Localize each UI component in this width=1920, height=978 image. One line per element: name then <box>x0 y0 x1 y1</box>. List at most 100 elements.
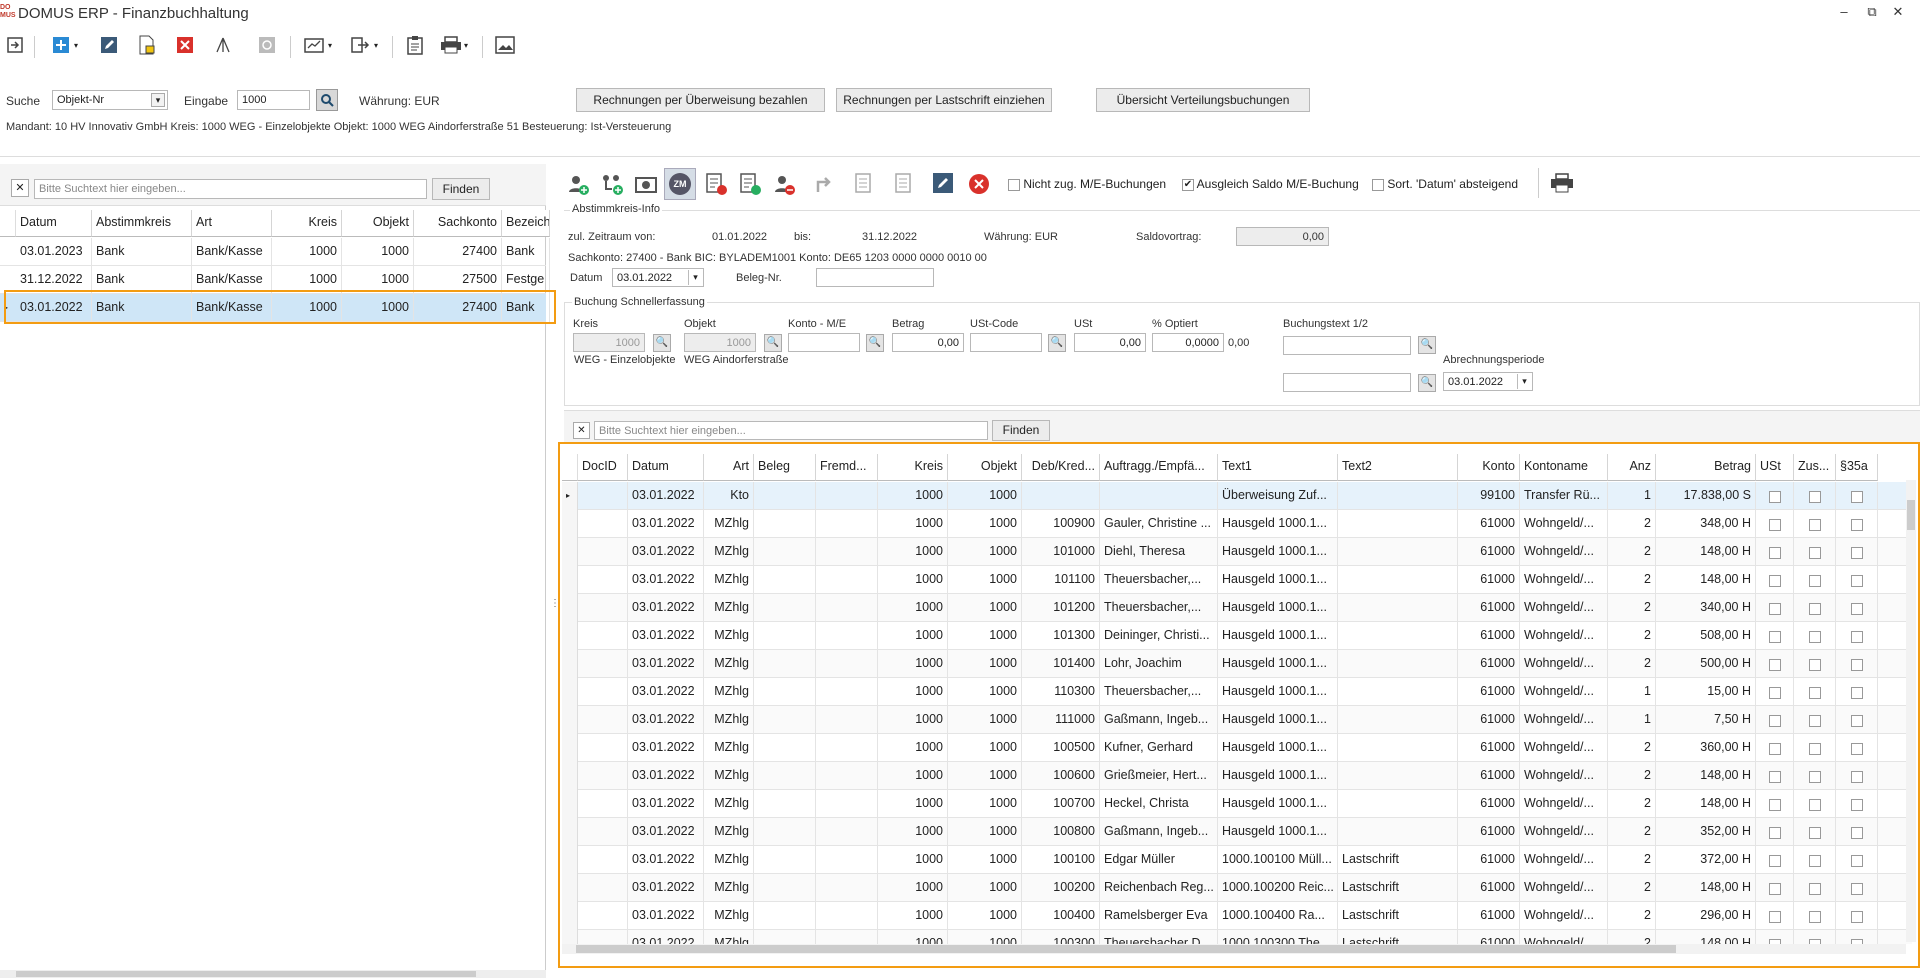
minimize-icon[interactable]: – <box>1834 4 1854 19</box>
person-remove-icon[interactable] <box>772 172 796 199</box>
tree-icon[interactable] <box>210 32 236 58</box>
left-scrollbar[interactable] <box>0 970 546 978</box>
close-window-icon[interactable]: ✕ <box>1888 4 1908 20</box>
kreis-search-icon[interactable]: 🔍 <box>653 334 671 352</box>
ueberweisung-button[interactable]: Rechnungen per Überweisung bezahlen <box>576 88 825 112</box>
bis-label: bis: <box>794 231 812 243</box>
suche-select[interactable]: Objekt-Nr ▾ <box>52 90 168 110</box>
context-info: Mandant: 10 HV Innovativ GmbH Kreis: 100… <box>6 121 672 133</box>
left-panel: ✕ Bitte Suchtext hier eingeben... Finden… <box>0 164 556 978</box>
left-search-input[interactable]: Bitte Suchtext hier eingeben... <box>34 179 427 199</box>
chart-dropdown-icon[interactable]: ▾ <box>324 32 336 58</box>
opt-label: % Optiert <box>1152 318 1198 330</box>
doc-list-icon[interactable] <box>852 172 876 199</box>
doc-list-2-icon[interactable] <box>892 172 916 199</box>
grid-find-button[interactable]: Finden <box>992 420 1050 441</box>
chevron-down-icon[interactable]: ▾ <box>1517 374 1531 389</box>
image-icon[interactable] <box>492 32 518 58</box>
beleg-input[interactable] <box>816 268 934 287</box>
edit-icon[interactable] <box>96 32 122 58</box>
konto-input[interactable] <box>788 333 860 352</box>
camera-icon[interactable] <box>634 172 658 199</box>
konto-search-icon[interactable]: 🔍 <box>866 334 884 352</box>
clear-search-icon[interactable]: ✕ <box>11 179 29 197</box>
opt-input[interactable]: 0,0000 <box>1152 333 1224 352</box>
chk-ausgleich[interactable]: ✔ Ausgleich Saldo M/E-Buchung <box>1182 177 1359 191</box>
datum-label: Datum <box>570 272 603 284</box>
datum-select[interactable]: 03.01.2022 ▾ <box>612 268 704 287</box>
konto-info: Sachkonto: 27400 - Bank BIC: BYLADEM1001… <box>568 252 987 264</box>
exit-icon[interactable] <box>2 32 28 58</box>
person-add-icon[interactable] <box>566 172 590 199</box>
buchungstext1-input[interactable] <box>1283 336 1411 355</box>
objekt-label: Objekt <box>684 318 716 330</box>
left-column-header[interactable]: Art <box>192 210 272 237</box>
saldo-label: Saldovortrag: <box>1136 231 1202 243</box>
verteilung-button[interactable]: Übersicht Verteilungsbuchungen <box>1096 88 1310 112</box>
chevron-down-icon[interactable]: ▾ <box>151 93 165 107</box>
text2-search-icon[interactable]: 🔍 <box>1418 374 1436 392</box>
waehrung-label: Währung: EUR <box>359 94 440 108</box>
chk-sort[interactable]: Sort. 'Datum' absteigend <box>1372 177 1518 191</box>
search-button[interactable] <box>316 89 338 111</box>
saldo-field: 0,00 <box>1236 227 1329 246</box>
periode-select[interactable]: 03.01.2022 ▾ <box>1443 372 1533 391</box>
eingabe-input[interactable]: 1000 <box>237 90 310 110</box>
left-table-cell: 03.01.2023 <box>16 238 92 266</box>
ust-input[interactable]: 0,00 <box>1074 333 1146 352</box>
ustcode-input[interactable] <box>970 333 1042 352</box>
refresh-icon[interactable] <box>254 32 280 58</box>
left-column-header[interactable]: Objekt <box>342 210 414 237</box>
objekt-field: 1000 <box>684 333 756 352</box>
grid-search-input[interactable]: Bitte Suchtext hier eingeben... <box>594 421 988 440</box>
ust-label: USt <box>1074 318 1093 330</box>
grid-clear-icon[interactable]: ✕ <box>573 422 590 439</box>
add-dropdown-icon[interactable]: ▾ <box>70 32 82 58</box>
cancel-icon[interactable] <box>968 173 990 198</box>
selected-row-highlight <box>4 290 556 324</box>
left-column-header[interactable]: Abstimmkreis <box>92 210 192 237</box>
left-table-cell: Bank/Kasse <box>192 238 272 266</box>
beleg-label: Beleg-Nr. <box>736 272 782 284</box>
pencil-icon[interactable] <box>932 172 954 197</box>
checkbox-nicht-zug[interactable] <box>1008 178 1020 191</box>
objekt-search-icon[interactable]: 🔍 <box>764 334 782 352</box>
left-table-cell: Bank <box>92 238 192 266</box>
opt-value: 0,00 <box>1228 337 1250 349</box>
chk-nicht-zug[interactable]: Nicht zug. M/E-Buchungen <box>1008 177 1166 191</box>
lastschrift-button[interactable]: Rechnungen per Lastschrift einziehen <box>836 88 1052 112</box>
restore-icon[interactable]: ⧉ <box>1862 4 1882 20</box>
lock-doc-icon[interactable] <box>134 32 160 58</box>
print-dropdown-icon[interactable]: ▾ <box>460 32 472 58</box>
route-icon[interactable] <box>812 172 836 199</box>
left-grid-corner <box>0 210 16 237</box>
konto-label: Konto - M/E <box>788 318 847 330</box>
left-find-button[interactable]: Finden <box>432 178 490 200</box>
ustcode-search-icon[interactable]: 🔍 <box>1048 334 1066 352</box>
text1-search-icon[interactable]: 🔍 <box>1418 336 1436 354</box>
chevron-down-icon[interactable]: ▾ <box>688 270 702 285</box>
left-column-header[interactable]: Datum <box>16 210 92 237</box>
list-red-icon[interactable] <box>704 172 728 199</box>
export-dropdown-icon[interactable]: ▾ <box>370 32 382 58</box>
left-column-header[interactable]: Sachkonto <box>414 210 502 237</box>
route-add-icon[interactable] <box>600 172 624 199</box>
right-print-icon[interactable] <box>1550 173 1574 198</box>
eingabe-label: Eingabe <box>184 94 229 108</box>
checkbox-ausgleich[interactable]: ✔ <box>1182 178 1194 191</box>
left-column-header[interactable]: Kreis <box>272 210 342 237</box>
chk-sort-label: Sort. 'Datum' absteigend <box>1387 177 1518 191</box>
buchungstext2-input[interactable] <box>1283 373 1411 392</box>
checkbox-sort[interactable] <box>1372 178 1384 191</box>
grid-highlight <box>558 442 1920 968</box>
chk-nicht-zug-label: Nicht zug. M/E-Buchungen <box>1023 177 1167 191</box>
left-table-row[interactable]: 03.01.2023 Bank Bank/Kasse 1000 1000 27400 Ban… <box>0 238 550 266</box>
zm-button[interactable]: ZM <box>664 168 696 200</box>
clipboard-icon[interactable] <box>402 32 428 58</box>
left-column-header[interactable]: Bezeich <box>502 210 550 237</box>
betrag-label: Betrag <box>892 318 925 330</box>
list-green-icon[interactable] <box>738 172 762 199</box>
chk-ausgleich-label: Ausgleich Saldo M/E-Buchung <box>1196 177 1359 191</box>
betrag-input[interactable]: 0,00 <box>892 333 964 352</box>
delete-icon[interactable] <box>172 32 198 58</box>
